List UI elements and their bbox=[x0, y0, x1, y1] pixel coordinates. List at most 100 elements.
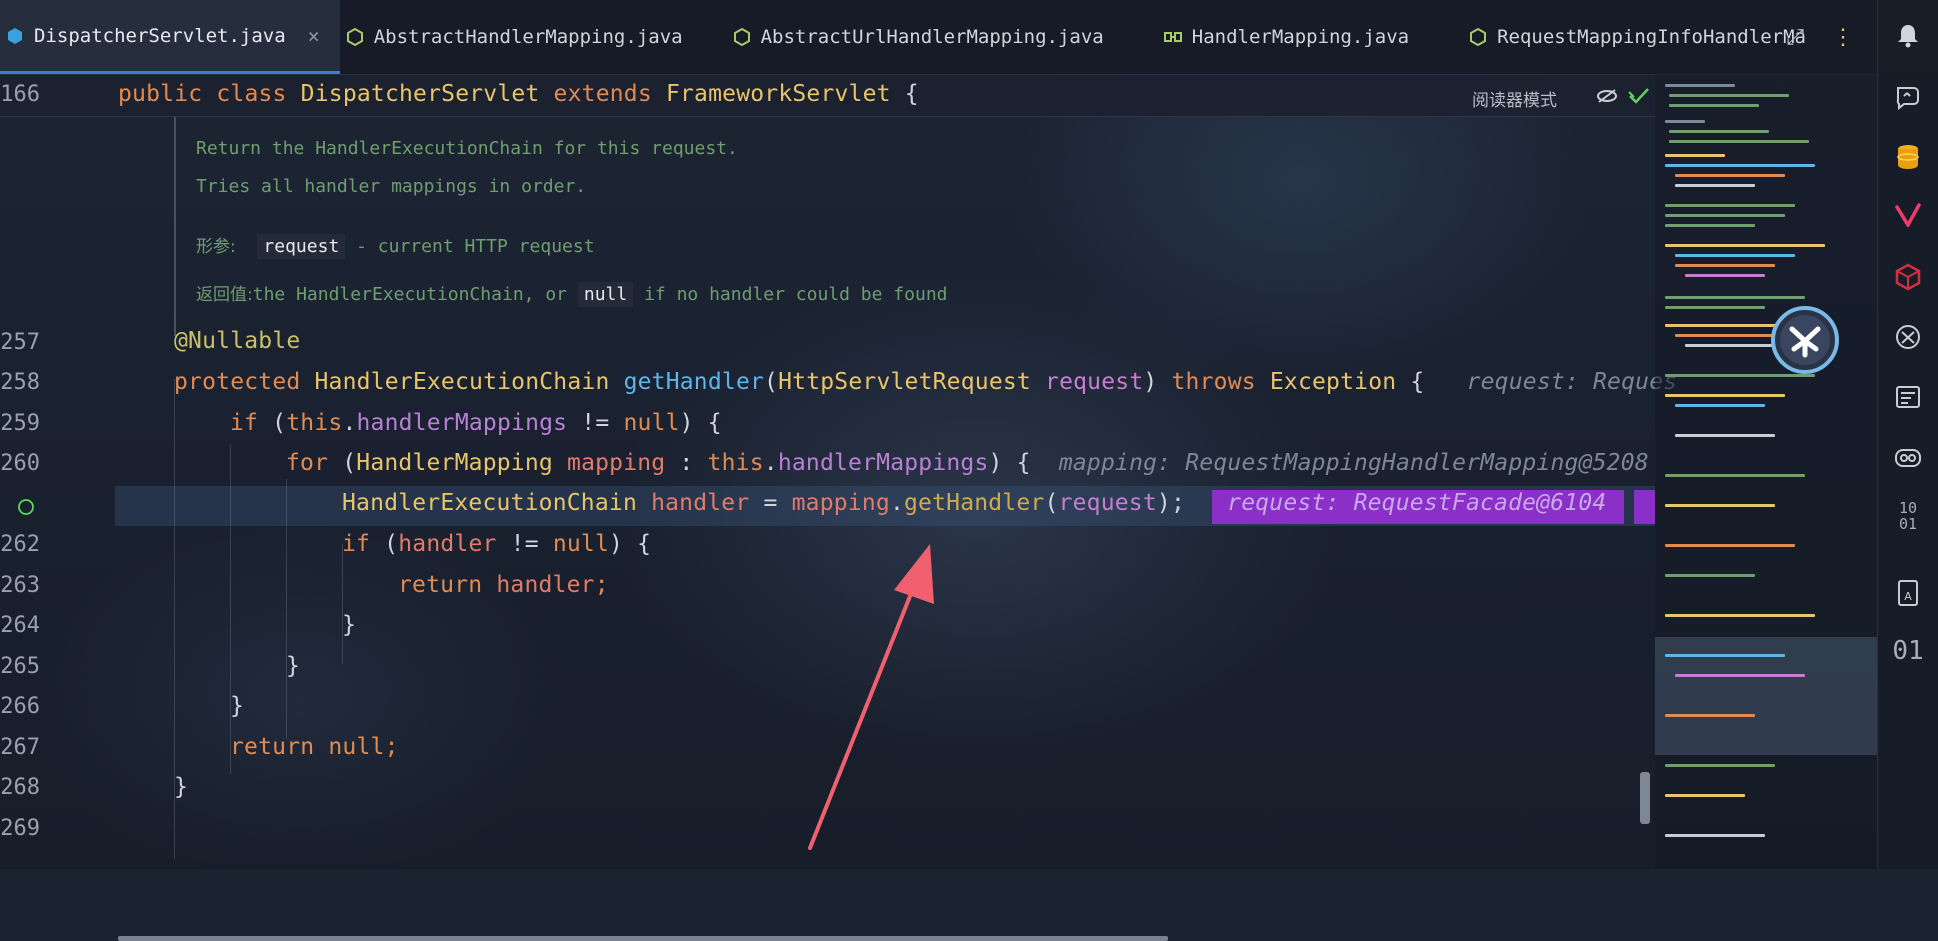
line-number: 257 bbox=[0, 330, 40, 355]
paren: ( bbox=[384, 531, 399, 557]
indent-guide bbox=[230, 444, 231, 774]
database-icon[interactable] bbox=[1893, 142, 1923, 172]
keyword: protected bbox=[174, 369, 301, 395]
code-line-260: for (HandlerMapping mapping : this.handl… bbox=[286, 450, 1649, 476]
svg-text:A: A bbox=[1904, 590, 1912, 603]
tab-bar-actions: ⤢ ⋮ bbox=[1786, 0, 1878, 74]
keyword: return bbox=[398, 572, 483, 598]
tab-dispatcherservlet[interactable]: DispatcherServlet.java × bbox=[0, 0, 340, 74]
brace: { bbox=[1016, 450, 1031, 476]
dot: . bbox=[763, 450, 778, 476]
param-desc: - current HTTP request bbox=[356, 236, 595, 257]
vue-icon[interactable] bbox=[1893, 200, 1923, 230]
binary-icon[interactable]: 10 01 bbox=[1886, 500, 1930, 532]
param-name: request bbox=[257, 234, 346, 259]
tab-abstracthandlermapping[interactable]: AbstractHandlerMapping.java bbox=[340, 0, 703, 74]
right-tool-window-bar: 10 01 A 01 bbox=[1877, 0, 1938, 869]
editor-tab-bar: DispatcherServlet.java × AbstractHandler… bbox=[0, 0, 1878, 75]
inline-debug-hint: mapping: RequestMappingHandlerMapping@52… bbox=[1058, 450, 1649, 476]
close-tab-icon[interactable]: × bbox=[308, 24, 320, 48]
minimap-line bbox=[1665, 574, 1755, 577]
cube-icon[interactable] bbox=[1893, 262, 1923, 292]
minimap-line bbox=[1665, 244, 1825, 247]
javadoc-return: 返回值:the HandlerExecutionChain, or null i… bbox=[196, 280, 948, 307]
field-name: handlerMappings bbox=[777, 450, 989, 476]
return-label: 返回值: bbox=[196, 285, 253, 305]
minimap-line bbox=[1665, 394, 1785, 397]
code-line-265: } bbox=[286, 653, 300, 679]
minimap-line bbox=[1665, 204, 1795, 207]
minimap-line bbox=[1675, 674, 1805, 677]
tab-label: RequestMappingInfoHandlerMa bbox=[1497, 26, 1806, 48]
method-call: getHandler bbox=[904, 490, 1045, 516]
more-tabs-menu-icon[interactable]: ⋮ bbox=[1832, 25, 1854, 50]
semicolon: ; bbox=[384, 734, 399, 760]
tab-label: AbstractUrlHandlerMapping.java bbox=[760, 26, 1104, 48]
line-number: 166 bbox=[0, 82, 40, 107]
javadoc-line: Return the HandlerExecutionChain for thi… bbox=[196, 138, 738, 159]
line-number: 264 bbox=[0, 613, 40, 638]
hide-eye-icon[interactable] bbox=[1596, 88, 1618, 104]
line-number: 262 bbox=[0, 532, 40, 557]
minimap-line bbox=[1665, 214, 1785, 217]
code-line-261: HandlerExecutionChain handler = mapping.… bbox=[342, 490, 1606, 516]
translate-icon[interactable] bbox=[1893, 322, 1923, 352]
code-minimap[interactable] bbox=[1655, 74, 1877, 869]
inspection-ok-check-icon[interactable] bbox=[1628, 86, 1650, 104]
indent-guide bbox=[342, 544, 343, 664]
vertical-scrollbar-thumb[interactable] bbox=[1640, 772, 1650, 824]
minimap-line bbox=[1665, 794, 1745, 797]
minimap-line bbox=[1675, 254, 1795, 257]
ai-chat-icon[interactable] bbox=[1893, 82, 1923, 112]
plugin-avatar-badge-icon[interactable] bbox=[1770, 305, 1840, 375]
line-number: 269 bbox=[0, 816, 40, 841]
paren: ) bbox=[609, 531, 624, 557]
brace: } bbox=[286, 653, 301, 679]
brace: { bbox=[1410, 369, 1425, 395]
sticky-code-line: public class DispatcherServlet extends F… bbox=[118, 81, 919, 107]
minimap-line bbox=[1665, 306, 1765, 309]
code-line-262: if (handler != null) { bbox=[342, 531, 651, 557]
method-name: getHandler bbox=[623, 369, 765, 395]
code-editor[interactable]: 166 public class DispatcherServlet exten… bbox=[0, 74, 1677, 941]
return-desc: if no handler could be found bbox=[644, 284, 948, 305]
minimap-line bbox=[1669, 140, 1809, 143]
javadoc-line: Tries all handler mappings in order. bbox=[196, 176, 587, 197]
tab-handlermapping[interactable]: HandlerMapping.java bbox=[1124, 0, 1429, 74]
line-number: 263 bbox=[0, 573, 40, 598]
dictionary-icon[interactable]: A bbox=[1893, 578, 1923, 608]
code-line-268: } bbox=[174, 774, 188, 800]
reader-mode-button[interactable]: 阅读器模式 bbox=[1472, 86, 1557, 111]
return-type: HandlerExecutionChain bbox=[314, 369, 610, 395]
line-number: 260 bbox=[0, 451, 40, 476]
keyword: if bbox=[342, 531, 371, 557]
paren: ( bbox=[764, 369, 779, 395]
horizontal-scrollbar[interactable] bbox=[118, 936, 1168, 941]
maximize-editor-icon[interactable]: ⤢ bbox=[1786, 25, 1804, 50]
line-counter-label[interactable]: 01 bbox=[1886, 636, 1930, 666]
indent-guide bbox=[286, 479, 287, 739]
paren: ) bbox=[679, 410, 694, 436]
local-variable: handler bbox=[651, 490, 750, 516]
line-number: 268 bbox=[0, 775, 40, 800]
brace: } bbox=[342, 612, 357, 638]
paren: ) bbox=[1143, 369, 1158, 395]
terminal-log-icon[interactable] bbox=[1893, 382, 1923, 412]
tab-abstracturlhandlermapping[interactable]: AbstractUrlHandlerMapping.java bbox=[703, 0, 1124, 74]
paren: ); bbox=[1156, 490, 1185, 516]
copilot-icon[interactable] bbox=[1893, 442, 1923, 472]
breakpoint-marker-icon[interactable] bbox=[16, 497, 36, 517]
line-number: 267 bbox=[0, 735, 40, 760]
code-line-266: } bbox=[230, 693, 244, 719]
minimap-line bbox=[1665, 164, 1815, 167]
annotation: @Nullable bbox=[174, 328, 301, 354]
sticky-class-header: 166 public class DispatcherServlet exten… bbox=[0, 74, 1655, 117]
tab-requestmappinginfohandlermapping[interactable]: RequestMappingInfoHandlerMa bbox=[1429, 0, 1826, 74]
keyword: for bbox=[286, 450, 329, 476]
brace: { bbox=[637, 531, 652, 557]
minimap-line bbox=[1665, 474, 1805, 477]
minimap-line bbox=[1675, 174, 1785, 177]
local-variable: handler bbox=[398, 531, 497, 557]
notifications-bell-icon[interactable] bbox=[1893, 20, 1923, 50]
dot: . bbox=[342, 410, 357, 436]
